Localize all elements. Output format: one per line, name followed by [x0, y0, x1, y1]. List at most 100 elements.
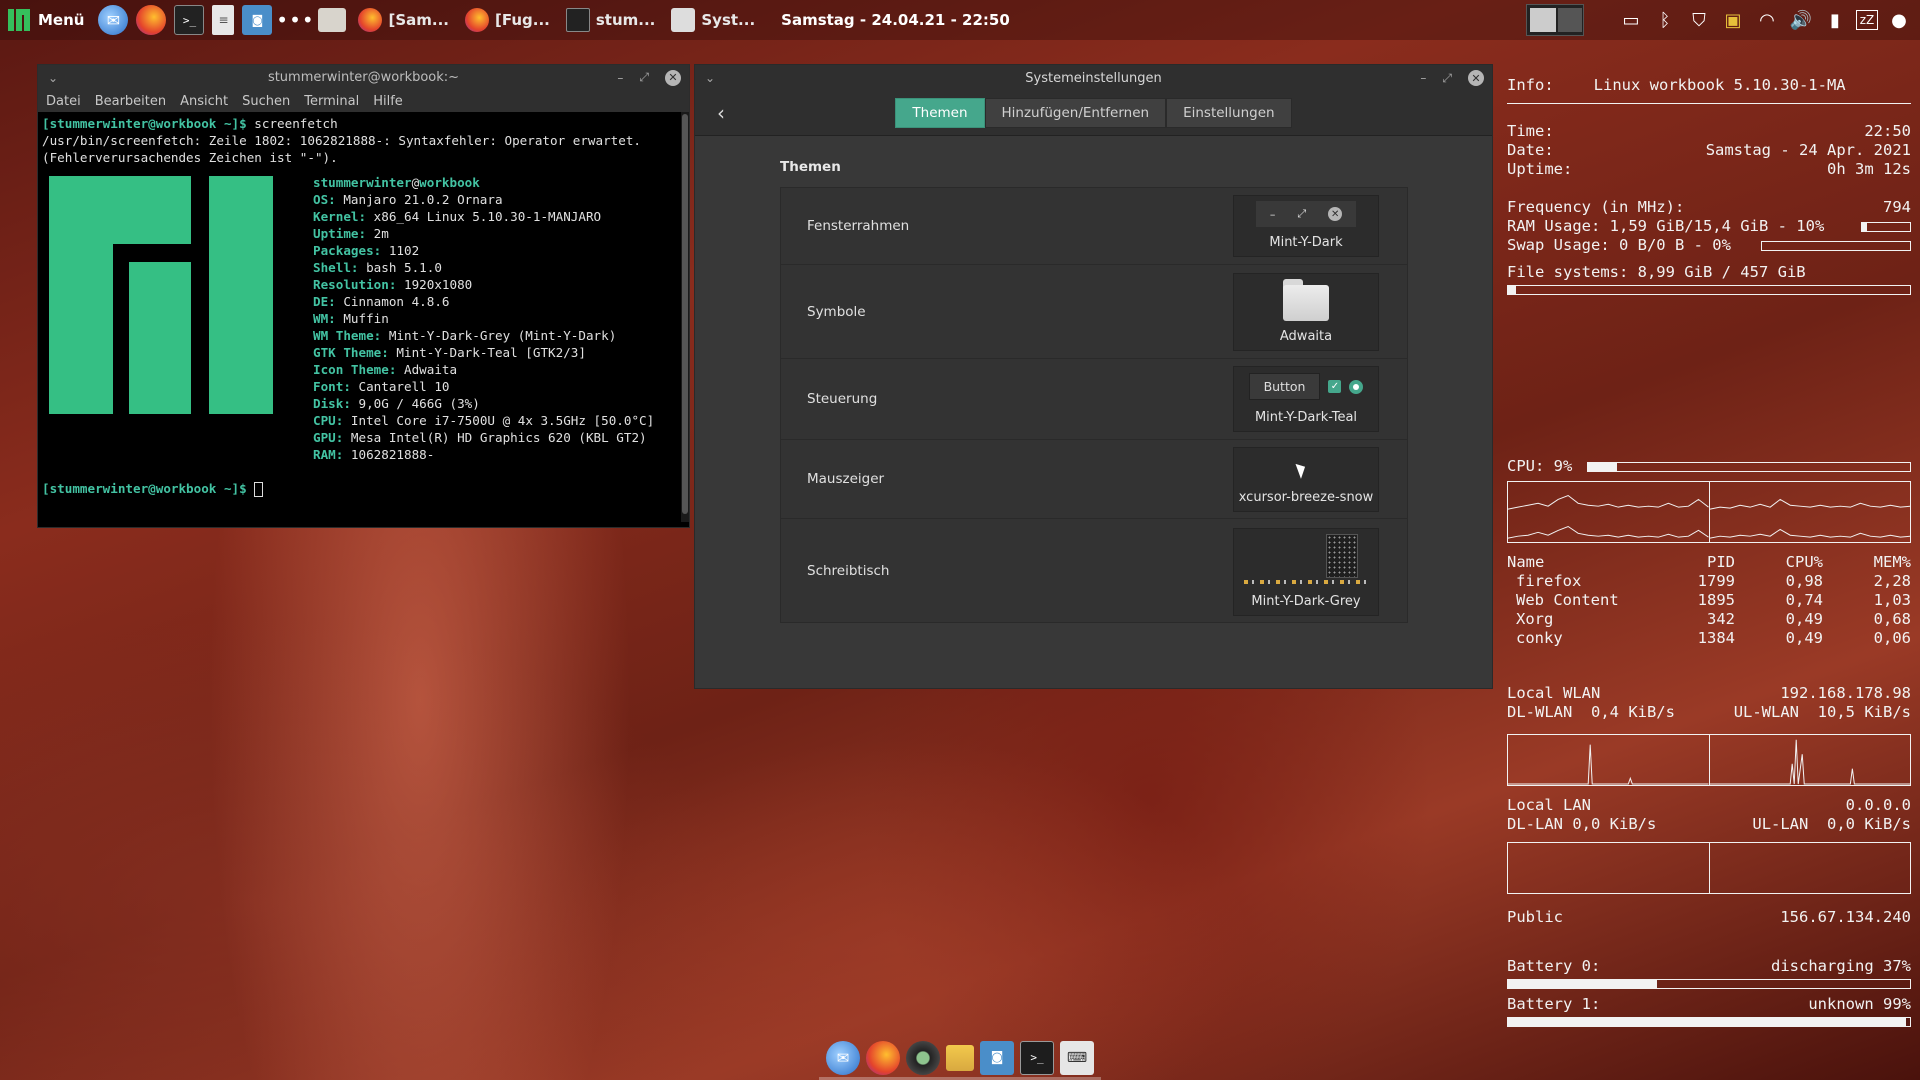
- menu-item-ansicht[interactable]: Ansicht: [180, 94, 228, 109]
- terminal-scrollbar[interactable]: [681, 112, 689, 522]
- taskbar-item-settings[interactable]: Syst...: [663, 0, 763, 40]
- user-icon[interactable]: ●: [1886, 7, 1912, 33]
- window-menu-icon[interactable]: ⌄: [48, 71, 58, 85]
- tab-themen[interactable]: Themen: [895, 98, 985, 128]
- display-icon[interactable]: ▭: [1618, 7, 1644, 33]
- tab-einstellungen[interactable]: Einstellungen: [1166, 98, 1292, 128]
- thunderbird-icon[interactable]: ✉: [826, 1040, 860, 1075]
- process-row: firefox 1799 0,98 2,28: [1507, 572, 1911, 591]
- system-info-value: Intel Core i7-7500U @ 4x 3.5GHz [50.0°C]: [343, 413, 655, 428]
- cpu-graph-left: [1508, 482, 1709, 542]
- error-line: /usr/bin/screenfetch: Zeile 1802: 106282…: [42, 133, 641, 148]
- maximize-icon[interactable]: ⤢: [639, 70, 649, 85]
- settings-title: Systemeinstellungen: [1025, 70, 1162, 86]
- shell-prompt: [stummerwinter@workbook ~]$: [42, 481, 247, 496]
- system-info-value: Cinnamon 4.8.6: [335, 294, 450, 309]
- terminal-titlebar[interactable]: ⌄ stummerwinter@workbook:~ – ⤢ ✕: [38, 65, 689, 90]
- taskbar-item-terminal[interactable]: stum...: [558, 0, 664, 40]
- system-info: stummerwinter@workbook OS: Manjaro 21.0.…: [313, 174, 654, 463]
- clipboard-icon[interactable]: ▣: [1720, 7, 1746, 33]
- cpu-bar: [1587, 461, 1911, 472]
- screenshot-icon[interactable]: ◙: [980, 1040, 1014, 1075]
- process-header: Name PID CPU% MEM%: [1507, 553, 1911, 571]
- system-info-value: 1920x1080: [396, 277, 473, 292]
- info-value: Linux workbook 5.10.30-1-MA: [1593, 76, 1846, 94]
- panel-clock[interactable]: Samstag - 24.04.21 - 22:50: [781, 11, 1010, 29]
- menu-item-terminal[interactable]: Terminal: [304, 94, 359, 109]
- back-arrow-icon[interactable]: ‹: [709, 101, 733, 125]
- terminal-output[interactable]: [stummerwinter@workbook ~]$ screenfetch …: [38, 112, 689, 522]
- battery-icon[interactable]: ▮: [1822, 7, 1848, 33]
- terminal-launcher-icon[interactable]: >_: [174, 5, 205, 35]
- process-cell: Xorg: [1516, 610, 1554, 628]
- taskbar-item-firefox-2[interactable]: [Fug...: [457, 0, 558, 40]
- theme-row-steuerung: Steuerung Button ✓ Mint-Y-Dark-Teal: [781, 359, 1407, 440]
- volume-icon[interactable]: 🔊: [1788, 7, 1814, 33]
- icon-theme-button[interactable]: Adwaita: [1233, 273, 1379, 351]
- battery1-value: unknown 99%: [1808, 995, 1911, 1013]
- menu-item-bearbeiten[interactable]: Bearbeiten: [95, 94, 166, 109]
- settings-titlebar[interactable]: ⌄ Systemeinstellungen – ⤢ ✕: [695, 65, 1492, 91]
- menu-button[interactable]: Menü: [0, 0, 94, 40]
- firefox-launcher-icon[interactable]: [136, 5, 167, 35]
- close-icon[interactable]: ✕: [665, 69, 681, 86]
- file-manager-icon[interactable]: [946, 1044, 974, 1071]
- close-icon[interactable]: ✕: [1468, 70, 1484, 86]
- desktop-preview: [1244, 532, 1368, 590]
- dl-lan: DL-LAN 0,0 KiB/s: [1507, 815, 1657, 833]
- workspace-switcher[interactable]: [1526, 4, 1584, 36]
- system-info-value: 1102: [381, 243, 420, 258]
- theme-value: Mint-Y-Dark: [1269, 235, 1343, 250]
- settings-header: ‹ Themen Hinzufügen/Entfernen Einstellun…: [695, 91, 1492, 136]
- ul-wlan: UL-WLAN 10,5 KiB/s: [1733, 703, 1911, 721]
- shield-icon[interactable]: ⛉: [1686, 7, 1712, 33]
- sleep-icon[interactable]: zZ: [1856, 10, 1878, 30]
- window-border-theme-button[interactable]: – ⤢ ✕ Mint-Y-Dark: [1233, 195, 1379, 257]
- frequency-label: Frequency (in MHz):: [1507, 198, 1685, 216]
- desktop-theme-button[interactable]: Mint-Y-Dark-Grey: [1233, 528, 1379, 616]
- wifi-icon[interactable]: ◠: [1754, 7, 1780, 33]
- files-launcher-icon[interactable]: [318, 8, 347, 32]
- theme-value: Mint-Y-Dark-Grey: [1251, 594, 1361, 609]
- process-cell: Web Content: [1516, 591, 1619, 609]
- firefox-icon: [358, 8, 383, 32]
- preview-button: Button: [1248, 373, 1321, 400]
- theme-list: Fensterrahmen – ⤢ ✕ Mint-Y-Dark Symbole Ad…: [780, 187, 1408, 623]
- maximize-icon[interactable]: ⤢: [1442, 71, 1452, 86]
- system-info-key: GTK Theme:: [313, 345, 389, 360]
- task-label: [Sam...: [388, 11, 449, 29]
- controls-theme-button[interactable]: Button ✓ Mint-Y-Dark-Teal: [1233, 366, 1379, 432]
- row-label: Symbole: [807, 303, 866, 320]
- minimize-icon[interactable]: –: [1420, 71, 1426, 85]
- terminal-window: ⌄ stummerwinter@workbook:~ – ⤢ ✕ Datei B…: [37, 64, 690, 528]
- theme-value: Adwaita: [1279, 329, 1333, 344]
- bluetooth-icon[interactable]: ᛒ: [1652, 7, 1678, 33]
- window-buttons-preview: – ⤢ ✕: [1256, 201, 1356, 227]
- process-cell: 0,49: [1785, 629, 1823, 647]
- more-apps-icon[interactable]: •••: [276, 5, 313, 35]
- thunderbird-launcher-icon[interactable]: ✉: [98, 5, 129, 35]
- taskbar-item-firefox-1[interactable]: [Sam...: [350, 0, 457, 40]
- menu-item-datei[interactable]: Datei: [46, 94, 81, 109]
- keyboard-icon[interactable]: ⌨: [1060, 1040, 1094, 1075]
- process-cell: 0,49: [1785, 610, 1823, 628]
- cursor-theme-button[interactable]: xcursor-breeze-snow: [1233, 447, 1379, 512]
- terminal-icon[interactable]: >_: [1020, 1040, 1054, 1075]
- system-info-line: Icon Theme: Adwaita: [313, 361, 654, 378]
- system-info-line: Shell: bash 5.1.0: [313, 259, 654, 276]
- menu-item-suchen[interactable]: Suchen: [242, 94, 290, 109]
- minimize-icon[interactable]: –: [617, 71, 623, 85]
- window-menu-icon[interactable]: ⌄: [705, 71, 715, 85]
- time-value: 22:50: [1864, 122, 1911, 140]
- lan-label: Local LAN: [1507, 796, 1591, 814]
- date-value: Samstag - 24 Apr. 2021: [1705, 141, 1911, 159]
- menu-item-hilfe[interactable]: Hilfe: [373, 94, 403, 109]
- text-editor-launcher-icon[interactable]: ≡: [212, 5, 235, 35]
- system-info-value: Cantarell 10: [350, 379, 450, 394]
- firefox-icon[interactable]: [866, 1040, 900, 1075]
- system-info-line: RAM: 1062821888-: [313, 446, 654, 463]
- tab-hinzufuegen-entfernen[interactable]: Hinzufügen/Entfernen: [984, 98, 1167, 128]
- camera-icon[interactable]: [906, 1040, 940, 1075]
- screenshot-launcher-icon[interactable]: ◙: [242, 5, 273, 35]
- terminal-icon: [565, 8, 590, 32]
